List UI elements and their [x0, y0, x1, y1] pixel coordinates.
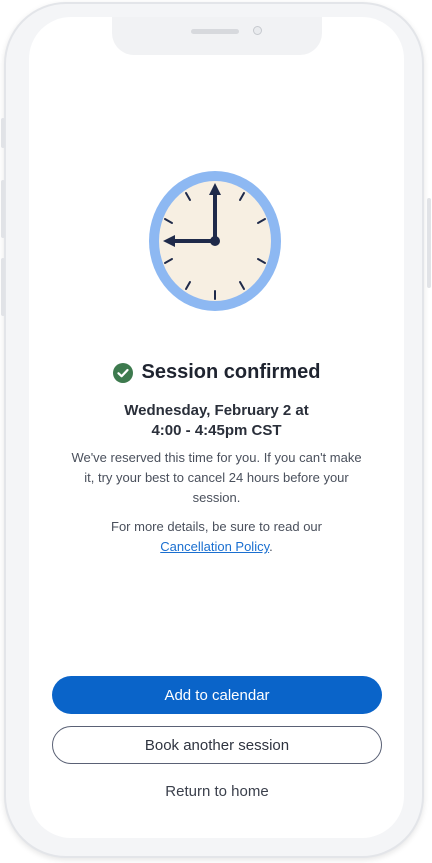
check-circle-icon [112, 362, 133, 383]
details-prefix: For more details, be sure to read our [111, 519, 322, 534]
details-suffix: . [269, 539, 273, 554]
speaker-grille [191, 29, 239, 34]
camera-icon [253, 26, 262, 35]
book-another-session-button[interactable]: Book another session [52, 726, 382, 764]
notch [112, 17, 322, 55]
clock-icon [149, 171, 281, 311]
power-button [427, 198, 431, 288]
session-datetime: Wednesday, February 2 at 4:00 - 4:45pm C… [69, 401, 364, 441]
mute-switch [1, 118, 5, 148]
confirmation-header: Session confirmed [29, 361, 404, 384]
cancellation-policy-link[interactable]: Cancellation Policy [160, 539, 269, 554]
volume-down-button [1, 258, 5, 316]
session-time: 4:00 - 4:45pm CST [151, 422, 282, 439]
session-date: Wednesday, February 2 at [124, 402, 309, 419]
add-to-calendar-button[interactable]: Add to calendar [52, 676, 382, 714]
return-to-home-button[interactable]: Return to home [117, 779, 317, 803]
volume-up-button [1, 180, 5, 238]
details-text: For more details, be sure to read our Ca… [67, 517, 366, 557]
reservation-description: We've reserved this time for you. If you… [71, 450, 362, 505]
app-screen: Session confirmed Wednesday, February 2 … [29, 17, 404, 838]
page-title: Session confirmed [141, 361, 321, 383]
